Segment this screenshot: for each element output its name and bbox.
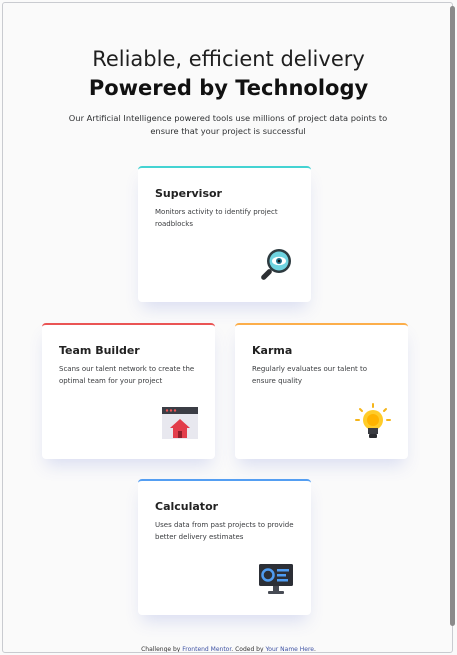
card-karma: Karma Regularly evaluates our talent to …: [235, 323, 408, 459]
attribution-footer: Challenge by Frontend Mentor. Coded by Y…: [3, 646, 452, 653]
browser-home-icon: [161, 403, 199, 441]
card-description: Scans our talent network to create the o…: [59, 365, 195, 385]
footer-suffix: .: [314, 646, 316, 653]
vertical-scrollbar[interactable]: [450, 6, 455, 626]
card-team-builder: Team Builder Scans our talent network to…: [42, 323, 215, 459]
card-title: Calculator: [155, 500, 219, 513]
scrollbar-thumb[interactable]: [450, 6, 455, 626]
card-calculator: Calculator Uses data from past projects …: [138, 479, 311, 615]
card-title: Team Builder: [59, 344, 140, 357]
card-title: Karma: [252, 344, 293, 357]
frontend-mentor-link[interactable]: Frontend Mentor: [182, 646, 231, 652]
card-supervisor: Supervisor Monitors activity to identify…: [138, 166, 311, 302]
card-title: Supervisor: [155, 187, 222, 200]
footer-middle: . Coded by: [231, 646, 264, 653]
headline-bold: Powered by Technology: [88, 76, 369, 100]
lightbulb-icon: [354, 403, 392, 441]
footer-prefix: Challenge by: [141, 646, 181, 653]
intro-text: Our Artificial Intelligence powered tool…: [68, 113, 388, 136]
card-description: Uses data from past projects to provide …: [155, 521, 294, 541]
author-link[interactable]: Your Name Here: [265, 646, 314, 652]
page-frame: Reliable, efficient delivery Powered by …: [2, 2, 453, 653]
card-description: Regularly evaluates our talent to ensure…: [252, 365, 368, 385]
card-description: Monitors activity to identify project ro…: [155, 208, 278, 228]
dashboard-monitor-icon: [257, 559, 295, 597]
headline-light: Reliable, efficient delivery: [92, 47, 365, 71]
magnifier-eye-icon: [257, 246, 295, 284]
